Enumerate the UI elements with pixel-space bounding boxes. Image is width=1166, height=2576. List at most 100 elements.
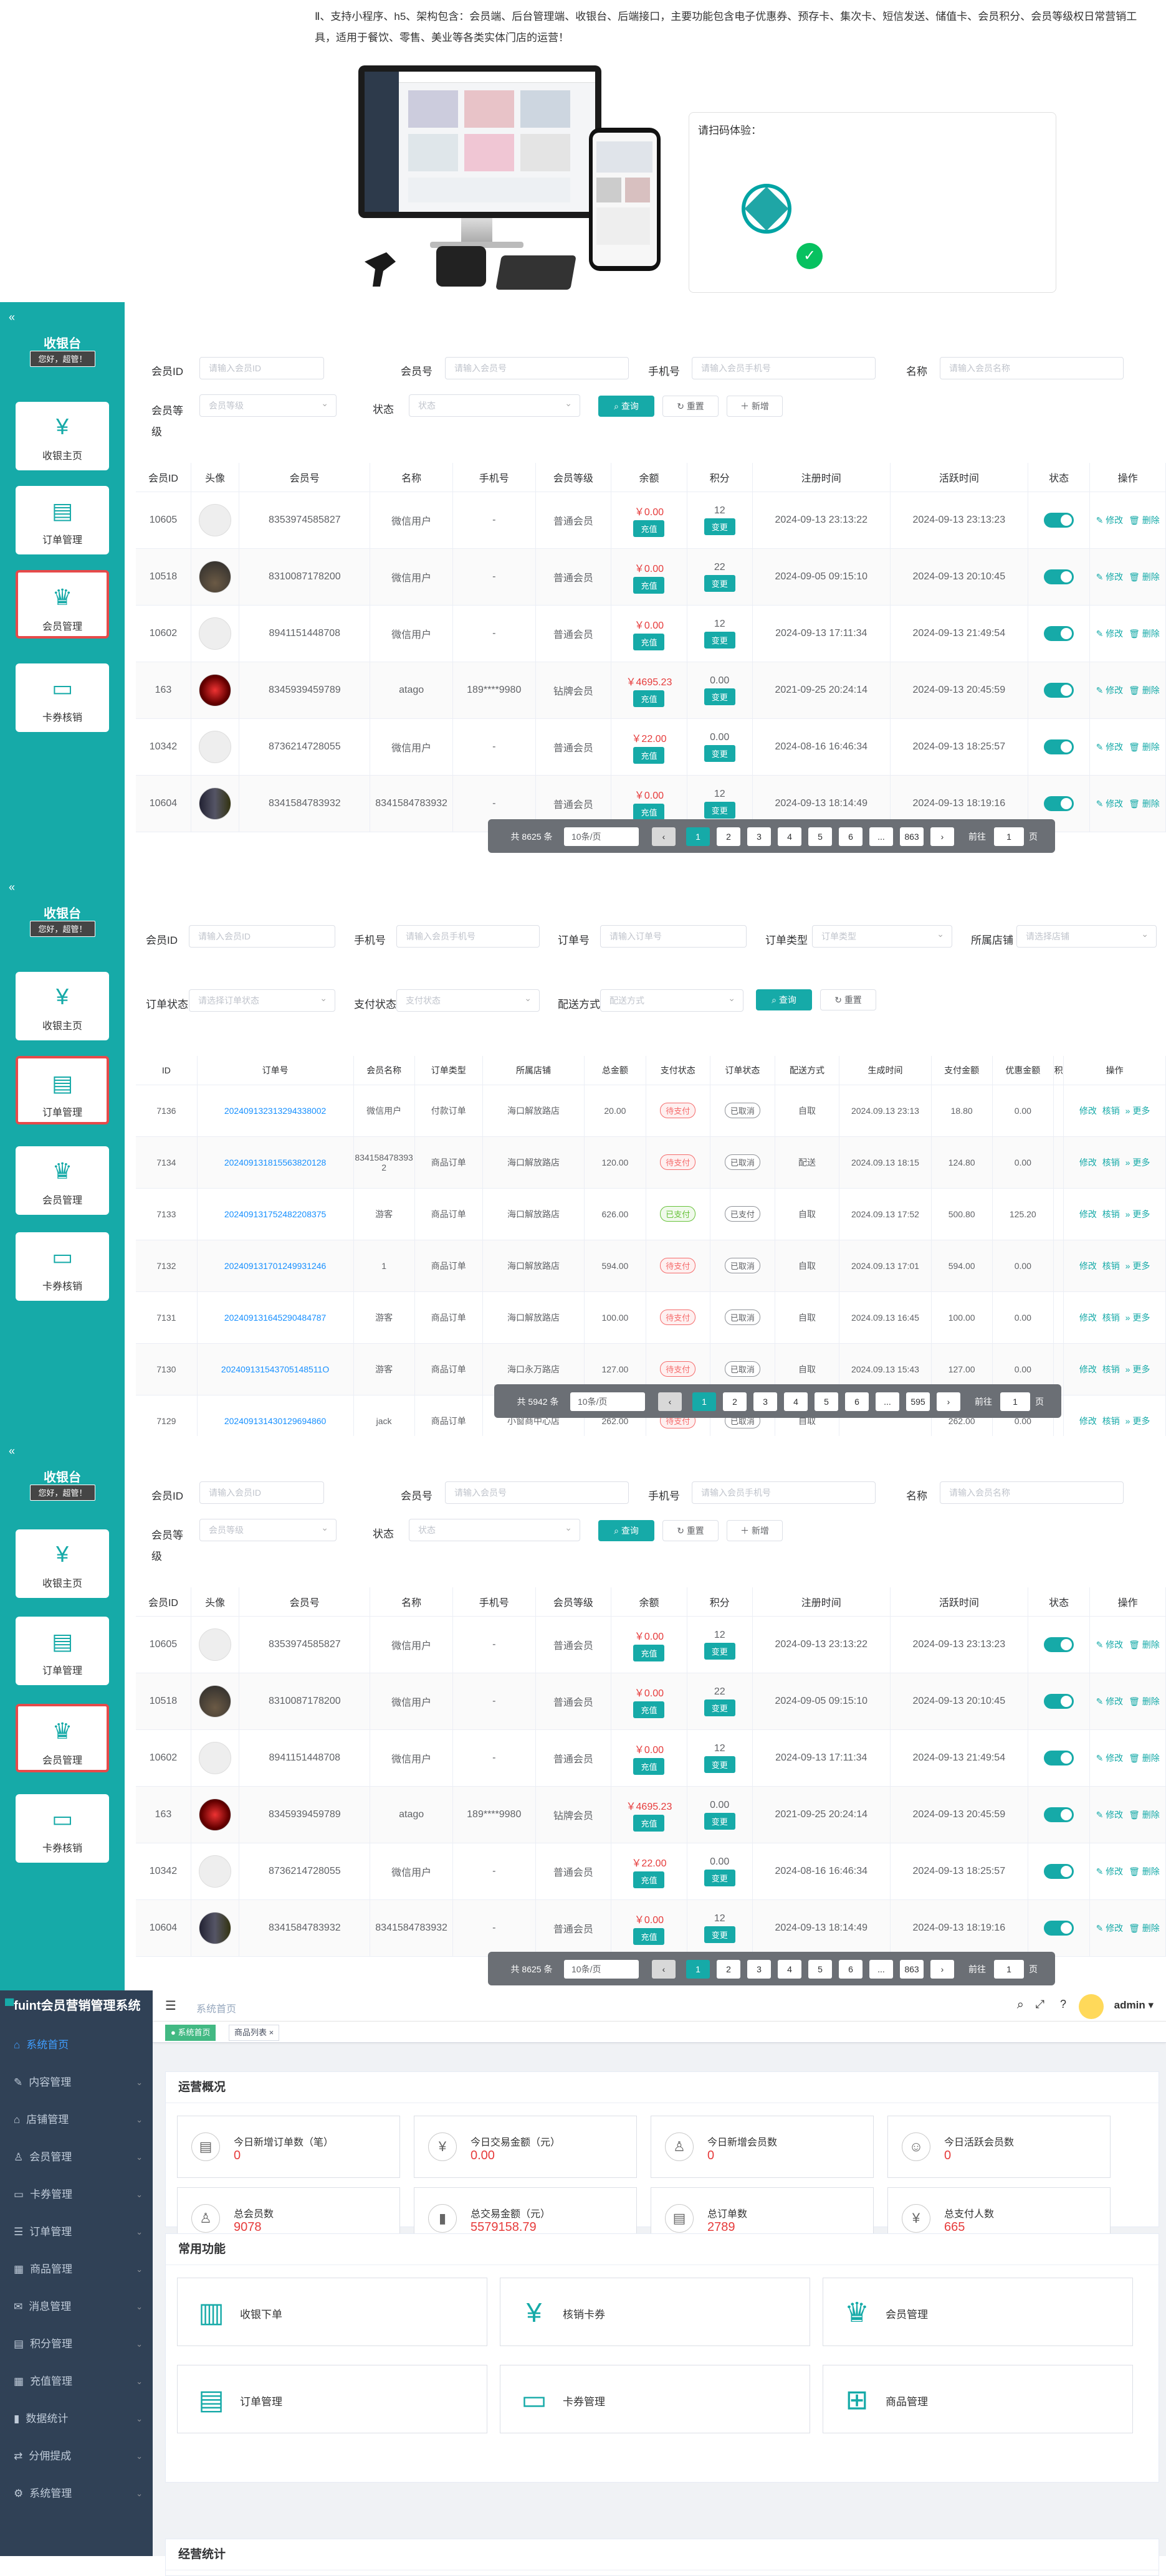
page-button[interactable]: 5 xyxy=(808,1960,832,1979)
page-input[interactable]: 1 xyxy=(994,827,1024,846)
status-toggle[interactable] xyxy=(1044,625,1074,641)
order-no[interactable]: 202409131645290484787 xyxy=(197,1291,354,1344)
delete-link[interactable]: 🗑 删除 xyxy=(1129,1923,1160,1933)
page-button[interactable]: 5 xyxy=(815,1392,838,1411)
status-toggle[interactable] xyxy=(1044,739,1074,754)
edit-link[interactable]: 修改 xyxy=(1079,1261,1097,1271)
page-size-select[interactable]: 10条/页 xyxy=(564,827,639,846)
change-points-button[interactable]: 变更 xyxy=(704,1642,735,1660)
order-no[interactable]: 202409132313294338002 xyxy=(197,1085,354,1137)
quick-action[interactable]: ¥ 核销卡券 xyxy=(500,2278,810,2346)
edit-link[interactable]: 修改 xyxy=(1079,1157,1097,1167)
delete-link[interactable]: 🗑 删除 xyxy=(1129,799,1160,809)
edit-link[interactable]: ✎ 修改 xyxy=(1096,1923,1124,1933)
charge-button[interactable]: 充值 xyxy=(633,1701,665,1718)
fullscreen-icon[interactable]: ⤢ xyxy=(1036,1998,1044,2011)
menu-item[interactable]: ✉ 消息管理 ⌄ xyxy=(0,2289,153,2324)
menu-item[interactable]: ✎ 内容管理 ⌄ xyxy=(0,2065,153,2100)
prev-page-button[interactable]: ‹ xyxy=(652,827,676,846)
phone-input[interactable]: 请输入会员手机号 xyxy=(692,1481,876,1504)
status-toggle[interactable] xyxy=(1044,1863,1074,1879)
edit-link[interactable]: ✎ 修改 xyxy=(1096,1866,1124,1876)
delete-link[interactable]: 🗑 删除 xyxy=(1129,515,1160,525)
more-link[interactable]: » 更多 xyxy=(1125,1106,1150,1116)
menu-item[interactable]: ▮ 数据统计 ⌄ xyxy=(0,2402,153,2436)
page-button[interactable]: 6 xyxy=(845,1392,869,1411)
status-toggle[interactable] xyxy=(1044,1920,1074,1936)
next-page-button[interactable]: › xyxy=(930,827,954,846)
delete-link[interactable]: 🗑 删除 xyxy=(1129,742,1160,752)
page-button[interactable]: 5 xyxy=(808,827,832,846)
name-input[interactable]: 请输入会员名称 xyxy=(940,1481,1124,1504)
delete-link[interactable]: 🗑 删除 xyxy=(1129,629,1160,639)
add-button[interactable]: ＋ 新增 xyxy=(727,1520,783,1541)
edit-link[interactable]: 修改 xyxy=(1079,1209,1097,1219)
page-input[interactable]: 1 xyxy=(994,1960,1024,1979)
page-button[interactable]: 1 xyxy=(686,827,710,846)
nav-cashier-home[interactable]: ¥ 收银主页 xyxy=(16,972,109,1040)
change-points-button[interactable]: 变更 xyxy=(704,744,735,762)
charge-button[interactable]: 充值 xyxy=(633,576,665,594)
reset-button[interactable]: ↻ 重置 xyxy=(662,396,719,417)
page-button[interactable]: 4 xyxy=(778,1960,801,1979)
pay-status-select[interactable]: 支付状态 xyxy=(396,987,540,1012)
page-button[interactable]: 3 xyxy=(747,1960,771,1979)
verify-link[interactable]: 核销 xyxy=(1102,1364,1120,1374)
page-button[interactable]: 863 xyxy=(900,827,924,846)
page-button[interactable]: 4 xyxy=(778,827,801,846)
charge-button[interactable]: 充值 xyxy=(633,1757,665,1775)
delete-link[interactable]: 🗑 删除 xyxy=(1129,685,1160,695)
more-link[interactable]: » 更多 xyxy=(1125,1209,1150,1219)
avatar[interactable] xyxy=(1079,1994,1104,2019)
verify-link[interactable]: 核销 xyxy=(1102,1209,1120,1219)
phone-input[interactable]: 请输入会员手机号 xyxy=(692,357,876,379)
hamburger-icon[interactable]: ☰ xyxy=(165,1998,176,2013)
change-points-button[interactable]: 变更 xyxy=(704,631,735,649)
edit-link[interactable]: ✎ 修改 xyxy=(1096,1696,1124,1706)
nav-orders[interactable]: ▤ 订单管理 xyxy=(16,1056,109,1124)
change-points-button[interactable]: 变更 xyxy=(704,1869,735,1886)
verify-link[interactable]: 核销 xyxy=(1102,1106,1120,1116)
menu-item[interactable]: ▦ 充值管理 ⌄ xyxy=(0,2364,153,2399)
nav-coupon-verify[interactable]: ▭ 卡券核销 xyxy=(16,663,109,732)
menu-item[interactable]: ▦ 商品管理 ⌄ xyxy=(0,2252,153,2287)
more-link[interactable]: » 更多 xyxy=(1125,1364,1150,1374)
edit-link[interactable]: ✎ 修改 xyxy=(1096,515,1124,525)
page-button[interactable]: ... xyxy=(869,1960,893,1979)
page-button[interactable]: 3 xyxy=(747,827,771,846)
more-link[interactable]: » 更多 xyxy=(1125,1313,1150,1323)
edit-link[interactable]: 修改 xyxy=(1079,1106,1097,1116)
collapse-icon[interactable]: « xyxy=(9,311,15,324)
charge-button[interactable]: 充值 xyxy=(633,803,665,820)
reset-button[interactable]: ↻ 重置 xyxy=(820,989,876,1010)
order-no[interactable]: 202409131701249931246 xyxy=(197,1240,354,1292)
store-select[interactable]: 请选择店铺 xyxy=(1016,923,1157,948)
reset-button[interactable]: ↻ 重置 xyxy=(662,1520,719,1541)
charge-button[interactable]: 充值 xyxy=(633,746,665,764)
nav-orders[interactable]: ▤ 订单管理 xyxy=(16,1617,109,1685)
verify-link[interactable]: 核销 xyxy=(1102,1416,1120,1426)
edit-link[interactable]: ✎ 修改 xyxy=(1096,629,1124,639)
edit-link[interactable]: 修改 xyxy=(1079,1416,1097,1426)
page-button[interactable]: 1 xyxy=(692,1392,716,1411)
nav-cashier-home[interactable]: ¥ 收银主页 xyxy=(16,1529,109,1598)
change-points-button[interactable]: 变更 xyxy=(704,1812,735,1830)
quick-action[interactable]: ▤ 订单管理 xyxy=(177,2365,487,2433)
menu-item[interactable]: ▭ 卡券管理 ⌄ xyxy=(0,2177,153,2212)
order-no-input[interactable]: 请输入订单号 xyxy=(600,925,747,948)
status-toggle[interactable] xyxy=(1044,569,1074,584)
status-select[interactable]: 状态 xyxy=(409,392,580,417)
status-toggle[interactable] xyxy=(1044,1637,1074,1652)
order-no[interactable]: 202409131752482208375 xyxy=(197,1188,354,1240)
name-input[interactable]: 请输入会员名称 xyxy=(940,357,1124,379)
edit-link[interactable]: ✎ 修改 xyxy=(1096,1640,1124,1650)
quick-action[interactable]: ▭ 卡券管理 xyxy=(500,2365,810,2433)
charge-button[interactable]: 充值 xyxy=(633,1644,665,1661)
help-icon[interactable]: ? xyxy=(1060,1998,1066,2011)
edit-link[interactable]: 修改 xyxy=(1079,1313,1097,1323)
nav-coupon-verify[interactable]: ▭ 卡券核销 xyxy=(16,1794,109,1863)
status-toggle[interactable] xyxy=(1044,1693,1074,1709)
edit-link[interactable]: ✎ 修改 xyxy=(1096,1753,1124,1763)
quick-action[interactable]: ♛ 会员管理 xyxy=(823,2278,1133,2346)
delete-link[interactable]: 🗑 删除 xyxy=(1129,1753,1160,1763)
